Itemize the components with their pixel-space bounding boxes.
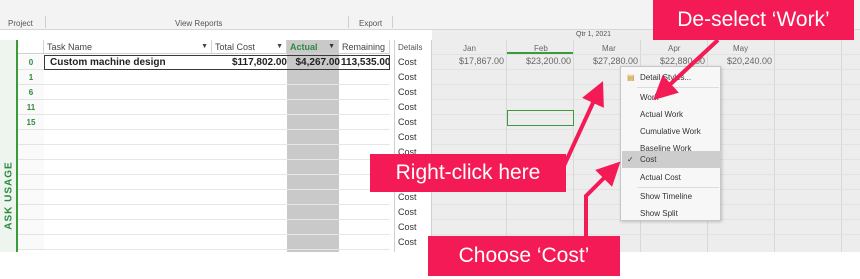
arrow-to-work bbox=[653, 38, 720, 101]
arrow-to-right-click bbox=[560, 81, 604, 171]
callout-right-click: Right-click here bbox=[370, 154, 566, 192]
arrow-to-cost bbox=[584, 161, 621, 236]
callout-deselect-work: De-select ‘Work’ bbox=[653, 0, 854, 40]
callout-choose-cost: Choose ‘Cost’ bbox=[428, 236, 620, 276]
